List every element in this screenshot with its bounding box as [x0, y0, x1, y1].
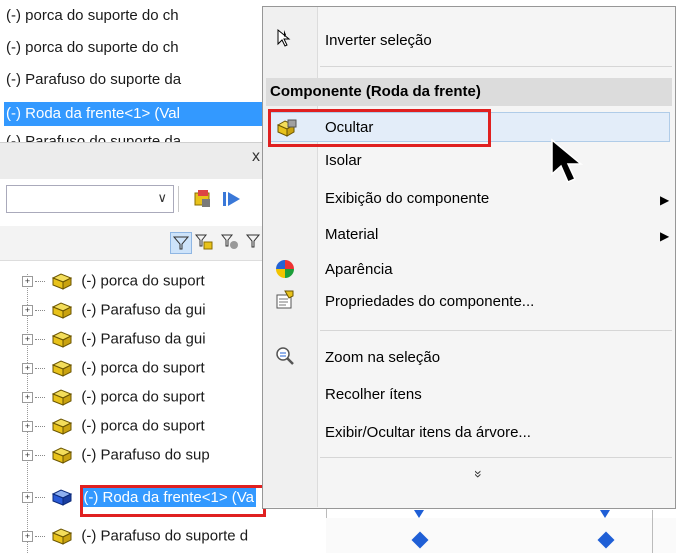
menu-item-collapse-items[interactable]: Recolher ítens [325, 380, 422, 410]
panel-close-button[interactable]: x [252, 148, 260, 166]
tree-row-label: (-) porca do suport [81, 359, 205, 377]
tree-top-row-selected[interactable]: (-) Roda da frente<1> (Val [4, 102, 266, 126]
expand-icon[interactable]: + [22, 391, 33, 403]
cursor-select-icon [274, 28, 294, 48]
menu-item-show-hide-tree-items[interactable]: Exibir/Ocultar itens da árvore... [325, 418, 531, 448]
appearance-ball-icon [275, 259, 295, 279]
highlight-box-tree-row [80, 485, 266, 517]
expand-more-icon[interactable]: » [471, 470, 487, 478]
tree-row[interactable]: + (-) Parafuso do suporte d [22, 527, 248, 554]
part-cube-icon [51, 359, 73, 377]
timeline-row [326, 518, 676, 553]
part-cube-icon [51, 388, 73, 406]
mouse-pointer-icon [548, 138, 590, 188]
filter-icon[interactable] [170, 232, 192, 254]
tree-row-label: (-) Parafuso do suporte d [81, 527, 249, 545]
tree-row-label: (-) porca do suport [81, 272, 205, 290]
expand-icon[interactable]: + [22, 275, 33, 287]
expand-icon[interactable]: + [22, 491, 33, 503]
tree-row-label: (-) porca do suport [81, 388, 205, 406]
part-cube-icon [51, 330, 73, 348]
expand-icon[interactable]: + [22, 420, 33, 432]
menu-item-zoom-to-selection[interactable]: Zoom na seleção [325, 343, 440, 373]
tree-connector [35, 367, 45, 369]
keyframe-marker-icon [414, 510, 424, 518]
zoom-selection-icon [275, 346, 295, 366]
submenu-arrow-icon: ▶ [660, 193, 670, 207]
tree-row-label: (-) Parafuso da gui [81, 301, 206, 319]
menu-item-component-display[interactable]: Exibição do componente [325, 184, 670, 214]
part-cube-icon [51, 446, 73, 464]
properties-icon [275, 290, 295, 310]
menu-item-invert-selection[interactable]: Inverter seleção [325, 26, 432, 56]
timeline-divider [652, 510, 653, 553]
part-cube-icon [51, 417, 73, 435]
tree-row-label: (-) Parafuso da gui [81, 330, 206, 348]
tree-connector [35, 425, 45, 427]
tree-row[interactable]: + (-) porca do suport [22, 359, 205, 386]
tree-connector [35, 496, 45, 498]
menu-item-appearance[interactable]: Aparência [325, 255, 393, 285]
keyframe-marker-icon [600, 510, 610, 518]
expand-icon[interactable]: + [22, 530, 33, 542]
menu-item-component-properties[interactable]: Propriedades do componente... [325, 287, 534, 317]
tree-row[interactable]: + (-) Parafuso da gui [22, 301, 206, 328]
expand-icon[interactable]: + [22, 304, 33, 316]
part-cube-icon [51, 527, 73, 545]
part-cube-icon [51, 272, 73, 290]
tree-top-row[interactable]: (-) porca do suporte do ch [6, 36, 179, 60]
tree-top-row[interactable]: (-) porca do suporte do ch [6, 4, 179, 28]
tree-connector [35, 338, 45, 340]
filter-components-icon[interactable] [194, 232, 214, 252]
tree-row[interactable]: + (-) porca do suport [22, 417, 205, 444]
filter-features-icon[interactable] [220, 232, 240, 252]
tree-top-row[interactable]: (-) Parafuso do suporte da [6, 68, 181, 92]
play-forward-icon[interactable] [220, 188, 242, 210]
menu-separator [320, 66, 672, 67]
tree-row[interactable]: + (-) Parafuso do sup [22, 446, 210, 473]
expand-icon[interactable]: + [22, 333, 33, 345]
tree-connector [35, 454, 45, 456]
tree-row[interactable]: + (-) Parafuso da gui [22, 330, 206, 357]
configuration-combo[interactable]: ∨ [6, 185, 174, 213]
tree-connector [35, 309, 45, 311]
part-cube-icon [51, 301, 73, 319]
tree-row[interactable]: + (-) porca do suport [22, 388, 205, 415]
expand-icon[interactable]: + [22, 449, 33, 461]
menu-separator [320, 457, 672, 458]
menu-section-header: Componente (Roda da frente) [266, 78, 672, 106]
chevron-down-icon[interactable]: ∨ [157, 190, 167, 206]
toolbar-divider [178, 186, 179, 212]
submenu-arrow-icon: ▶ [660, 229, 670, 243]
menu-separator [320, 330, 672, 331]
tree-connector [35, 280, 45, 282]
menu-item-isolate[interactable]: Isolar [325, 146, 362, 176]
tree-row-label: (-) Parafuso do sup [81, 446, 210, 464]
menu-item-material[interactable]: Material [325, 220, 378, 250]
part-cube-icon [51, 488, 73, 506]
tree-row[interactable]: + (-) porca do suport [22, 272, 205, 299]
highlight-box-hide [268, 109, 491, 147]
panel-header [0, 142, 270, 179]
tree-connector [35, 396, 45, 398]
expand-icon[interactable]: + [22, 362, 33, 374]
tree-connector [35, 535, 45, 537]
assembly-tool-icon[interactable] [192, 188, 214, 210]
menu-item-label: Exibição do componente [325, 190, 490, 207]
tree-top-row[interactable]: (-) Parafuso do suporte da [6, 130, 181, 142]
tree-row-label: (-) porca do suport [81, 417, 205, 435]
